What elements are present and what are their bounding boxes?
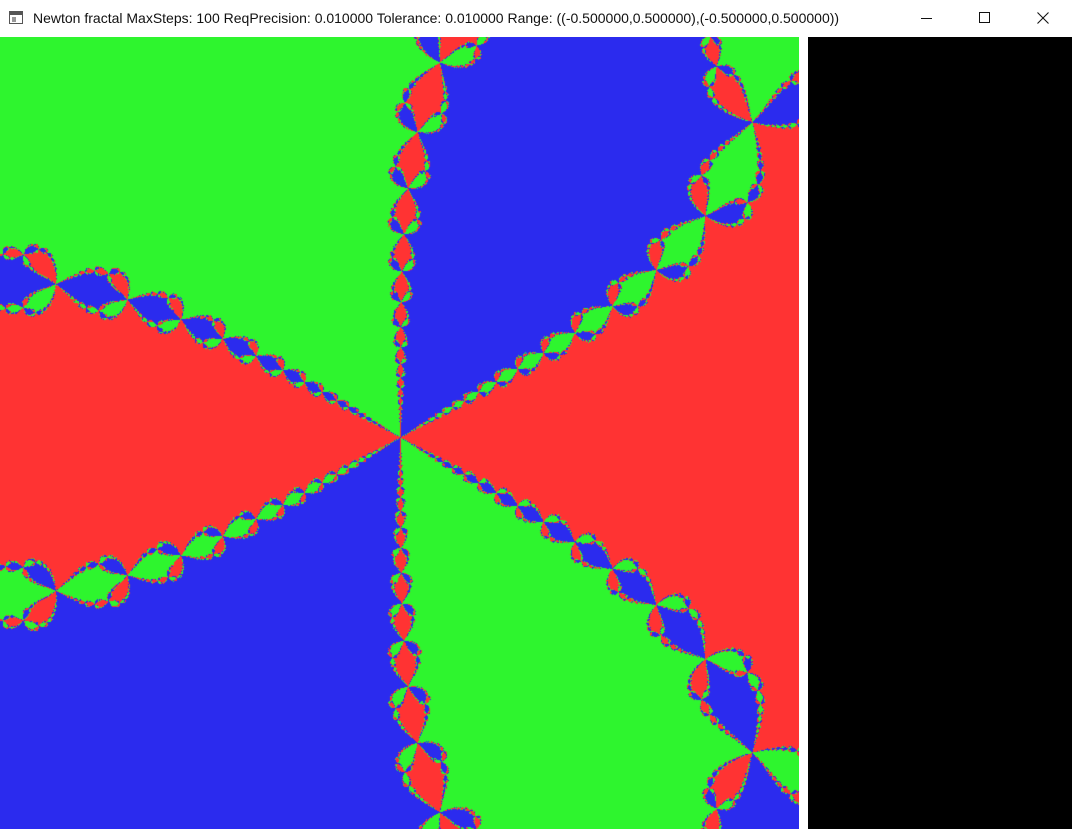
close-button[interactable] <box>1014 0 1072 36</box>
title-bar[interactable]: Newton fractal MaxSteps: 100 ReqPrecisio… <box>0 0 1072 37</box>
newton-fractal-image <box>0 37 799 829</box>
window-title: Newton fractal MaxSteps: 100 ReqPrecisio… <box>33 10 840 26</box>
app-window-icon[interactable] <box>9 11 23 24</box>
maximize-button[interactable] <box>956 0 1014 36</box>
close-icon <box>1037 12 1049 24</box>
minimize-icon <box>921 18 932 19</box>
empty-black-area <box>808 37 1072 829</box>
fractal-canvas[interactable] <box>0 37 799 829</box>
minimize-button[interactable] <box>898 0 956 36</box>
maximize-icon <box>979 12 990 23</box>
window-client-area <box>0 37 1072 829</box>
